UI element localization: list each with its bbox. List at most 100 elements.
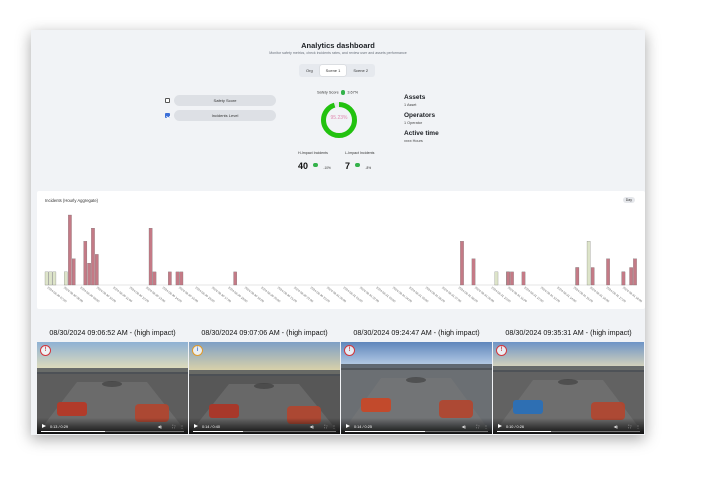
toggle-safety-score[interactable]: Safety Score <box>165 95 276 106</box>
toggle-incidents-level[interactable]: Incidents Level <box>165 110 276 121</box>
bar-high-impact[interactable] <box>510 271 514 286</box>
bar-high-impact[interactable] <box>91 228 95 286</box>
bar-high-impact[interactable] <box>506 271 510 286</box>
active-time-title: Active time <box>404 130 439 137</box>
arrow-down-icon <box>355 162 360 168</box>
fullscreen-icon[interactable]: ⛶ <box>476 424 479 429</box>
bar-low-impact[interactable] <box>52 271 57 286</box>
high-impact-change: -10% <box>323 166 331 170</box>
high-impact-value: 40 <box>298 161 309 171</box>
volume-icon[interactable]: ◀) <box>462 424 466 429</box>
volume-icon[interactable]: ◀) <box>310 424 314 429</box>
video-progress-fill <box>193 431 244 432</box>
more-options-icon[interactable]: ⋮ <box>180 424 184 429</box>
alert-icon[interactable]: ! <box>344 345 355 356</box>
bar-low-impact[interactable] <box>494 271 499 286</box>
bar-high-impact[interactable] <box>633 258 637 286</box>
bar-low-impact[interactable] <box>586 241 591 286</box>
bar-low-impact[interactable] <box>44 271 49 286</box>
video-title-4: 08/30/2024 09:35:31 AM - (high impact) <box>505 328 632 337</box>
video-progress-track[interactable] <box>41 431 184 432</box>
bar-high-impact[interactable] <box>521 271 526 286</box>
play-icon[interactable] <box>194 424 198 428</box>
video-player-4[interactable]: ! 0:10 / 0:26 ◀) ⛶ ⋮ <box>493 342 644 434</box>
high-impact-label: H-Impact Incidents <box>298 151 328 155</box>
video-title-1: 08/30/2024 09:06:52 AM - (high impact) <box>49 328 176 337</box>
video-progress-fill <box>41 431 106 432</box>
safety-score-value: 95.23% <box>330 115 348 121</box>
bar-high-impact[interactable] <box>95 254 99 286</box>
more-options-icon[interactable]: ⋮ <box>484 424 488 429</box>
video-title-2: 08/30/2024 09:07:06 AM - (high impact) <box>201 328 328 337</box>
video-progress-fill <box>345 431 426 432</box>
operators-value: 1 Operator <box>404 121 423 125</box>
volume-icon[interactable]: ◀) <box>158 424 162 429</box>
video-controls: 0:14 / 0:25 ◀) ⛶ ⋮ <box>341 418 492 434</box>
high-impact-stat: H-Impact Incidents 40 -10% <box>298 151 331 174</box>
bar-high-impact[interactable] <box>179 271 184 286</box>
safety-score-checkbox[interactable] <box>165 98 170 103</box>
video-controls: 0:10 / 0:26 ◀) ⛶ ⋮ <box>493 418 644 434</box>
safety-score-pill[interactable]: Safety Score <box>174 95 276 106</box>
bar-high-impact[interactable] <box>148 228 153 286</box>
video-player-2[interactable]: i 0:14 / 0:40 ◀) ⛶ ⋮ <box>189 342 340 434</box>
video-player-1[interactable]: ! 0:13 / 0:29 ◀) ⛶ ⋮ <box>37 342 188 434</box>
page-title: Analytics dashboard <box>301 41 375 50</box>
bar-high-impact[interactable] <box>621 271 626 286</box>
fullscreen-icon[interactable]: ⛶ <box>628 424 631 429</box>
more-options-icon[interactable]: ⋮ <box>636 424 640 429</box>
incidents-level-pill[interactable]: Incidents Level <box>174 110 276 121</box>
alert-icon[interactable]: ! <box>40 345 51 356</box>
video-time: 0:14 / 0:40 <box>202 425 220 429</box>
fullscreen-icon[interactable]: ⛶ <box>172 424 175 429</box>
video-progress-track[interactable] <box>345 431 488 432</box>
bar-high-impact[interactable] <box>460 241 464 286</box>
video-progress-fill <box>497 431 552 432</box>
video-progress-track[interactable] <box>193 431 336 432</box>
video-time: 0:14 / 0:25 <box>354 425 372 429</box>
video-title-3: 08/30/2024 09:24:47 AM - (high impact) <box>353 328 480 337</box>
info-icon[interactable]: i <box>192 345 203 356</box>
bar-high-impact[interactable] <box>83 241 88 286</box>
bar-high-impact[interactable] <box>175 271 180 286</box>
alert-icon[interactable]: ! <box>496 345 507 356</box>
incidents-level-checkbox[interactable] <box>165 113 170 118</box>
low-impact-change: -8% <box>365 166 372 170</box>
incidents-bar-chart: 2024-08-30 07:002024-08-30 08:002024-08-… <box>44 214 643 304</box>
bar-low-impact[interactable] <box>64 271 68 286</box>
bar-low-impact[interactable] <box>48 271 53 286</box>
bar-high-impact[interactable] <box>152 271 157 286</box>
assets-title: Assets <box>404 94 426 101</box>
safety-score-change: 3.67% <box>347 90 359 95</box>
low-impact-label: L-Impact Incidents <box>345 151 375 155</box>
video-player-3[interactable]: ! 0:14 / 0:25 ◀) ⛶ ⋮ <box>341 342 492 434</box>
tab-scene-1[interactable]: Scene 1 <box>319 65 347 76</box>
play-icon[interactable] <box>346 424 350 428</box>
dashboard-window: Analytics dashboard Monitor safety metri… <box>31 30 645 435</box>
active-time-value: xxxx Hours <box>404 139 423 143</box>
fullscreen-icon[interactable]: ⛶ <box>324 424 327 429</box>
bar-high-impact[interactable] <box>629 267 633 286</box>
bar-high-impact[interactable] <box>590 267 595 286</box>
bar-high-impact[interactable] <box>168 271 172 286</box>
play-icon[interactable] <box>42 424 46 428</box>
bar-high-impact[interactable] <box>575 267 580 286</box>
bar-high-impact[interactable] <box>471 258 476 286</box>
tab-org[interactable]: Org <box>300 65 319 76</box>
video-progress-track[interactable] <box>497 431 640 432</box>
bar-high-impact[interactable] <box>606 258 610 286</box>
page-subtitle: Monitor safety metrics, check incidents … <box>269 51 407 55</box>
tab-scene-2[interactable]: Scene 2 <box>347 65 374 76</box>
summary-stats: Assets 1 Asset Operators 1 Operator Acti… <box>404 94 439 148</box>
more-options-icon[interactable]: ⋮ <box>332 424 336 429</box>
bar-high-impact[interactable] <box>68 214 72 286</box>
bar-high-impact[interactable] <box>233 271 237 286</box>
arrow-down-icon <box>313 162 318 168</box>
bar-high-impact[interactable] <box>71 258 76 286</box>
bar-high-impact[interactable] <box>87 263 91 286</box>
volume-icon[interactable]: ◀) <box>614 424 618 429</box>
safety-score-title: Safety Score <box>317 90 339 95</box>
video-time: 0:13 / 0:29 <box>50 425 68 429</box>
play-icon[interactable] <box>498 424 502 428</box>
assets-value: 1 Asset <box>404 103 417 107</box>
